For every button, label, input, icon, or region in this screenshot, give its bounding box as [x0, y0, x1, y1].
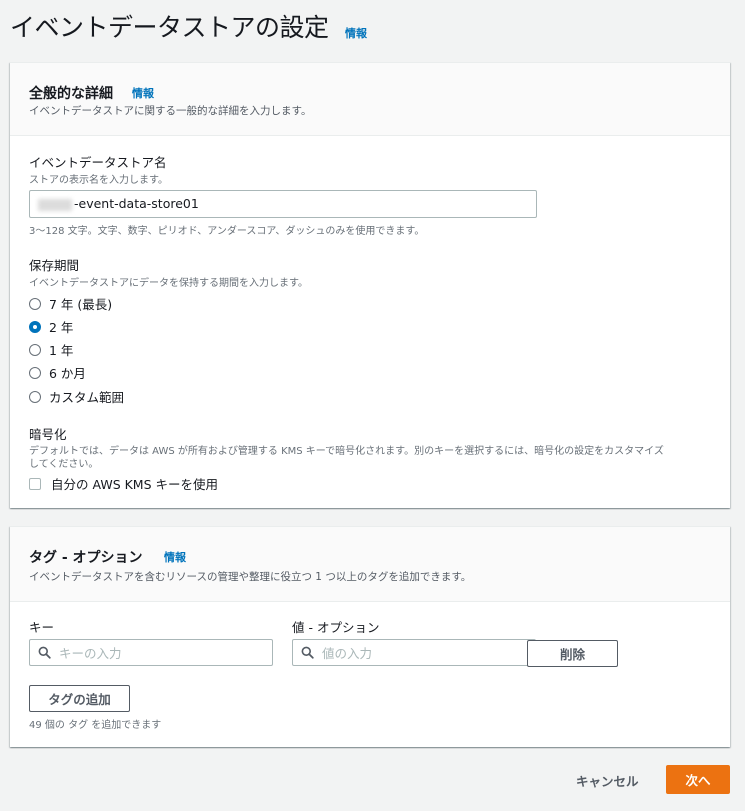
- retention-label: 保存期間: [29, 258, 80, 273]
- store-name-constraint: 3～128 文字。文字、数字、ピリオド、アンダースコア、ダッシュのみを使用できま…: [29, 226, 425, 237]
- retention-option-label: カスタム範囲: [49, 390, 125, 405]
- general-details-heading: 全般的な詳細: [29, 86, 113, 102]
- general-details-description: イベントデータストアに関する一般的な詳細を入力します。: [29, 105, 312, 117]
- radio-custom[interactable]: [29, 390, 41, 403]
- page-title: イベントデータストアの設定: [10, 13, 329, 42]
- page-info-link[interactable]: 情報: [345, 25, 367, 41]
- search-icon: [301, 646, 314, 659]
- general-details-header: 全般的な詳細 情報 イベントデータストアに関する一般的な詳細を入力します。: [10, 63, 730, 136]
- retention-option-label: 2 年: [49, 320, 74, 335]
- kms-key-option[interactable]: 自分の AWS KMS キーを使用: [29, 474, 218, 493]
- tag-value-input[interactable]: 値の入力: [292, 639, 536, 666]
- tag-value-label: 値 - オプション: [292, 620, 380, 635]
- retention-option-label: 1 年: [49, 343, 74, 358]
- kms-key-checkbox[interactable]: [29, 477, 41, 490]
- encryption-hint-line1: デフォルトでは、データは AWS が所有および管理する KMS キーで暗号化され…: [29, 446, 664, 457]
- retention-option-label: 7 年 (最長): [49, 297, 113, 312]
- radio-2y[interactable]: [29, 320, 41, 333]
- retention-option-custom[interactable]: カスタム範囲: [29, 387, 124, 406]
- tags-heading: タグ - オプション: [29, 550, 143, 566]
- radio-6m[interactable]: [29, 366, 41, 379]
- retention-hint: イベントデータストアにデータを保持する期間を入力します。: [29, 278, 308, 289]
- encryption-label: 暗号化: [29, 427, 67, 442]
- tags-remaining-hint: 49 個の タグ を追加できます: [29, 720, 162, 731]
- add-tag-button[interactable]: タグの追加: [29, 685, 130, 712]
- tags-description: イベントデータストアを含むリソースの管理や整理に役立つ 1 つ以上のタグを追加で…: [29, 571, 472, 583]
- kms-key-label: 自分の AWS KMS キーを使用: [51, 477, 218, 492]
- radio-7y[interactable]: [29, 297, 41, 310]
- retention-option-label: 6 か月: [49, 366, 86, 381]
- tags-header: タグ - オプション 情報 イベントデータストアを含むリソースの管理や整理に役立…: [10, 527, 730, 602]
- radio-1y[interactable]: [29, 343, 41, 356]
- store-name-label: イベントデータストア名: [29, 155, 167, 170]
- search-icon: [38, 646, 51, 659]
- retention-option-2y[interactable]: 2 年: [29, 317, 73, 336]
- redacted-prefix: [38, 198, 72, 211]
- tag-key-placeholder: キーの入力: [59, 646, 122, 661]
- retention-option-7y[interactable]: 7 年 (最長): [29, 294, 112, 313]
- tag-value-placeholder: 値の入力: [322, 646, 373, 661]
- general-info-link[interactable]: 情報: [132, 85, 154, 101]
- encryption-hint-line2: してください。: [29, 459, 99, 470]
- tag-key-input[interactable]: キーの入力: [29, 639, 273, 666]
- tags-info-link[interactable]: 情報: [164, 549, 186, 565]
- retention-option-6m[interactable]: 6 か月: [29, 363, 86, 382]
- tags-panel: タグ - オプション 情報 イベントデータストアを含むリソースの管理や整理に役立…: [10, 526, 730, 747]
- store-name-hint: ストアの表示名を入力します。: [29, 175, 168, 186]
- tag-key-label: キー: [29, 620, 55, 635]
- cancel-button[interactable]: キャンセル: [576, 771, 639, 790]
- remove-tag-button[interactable]: 削除: [527, 640, 618, 667]
- store-name-input[interactable]: -event-data-store01: [29, 190, 537, 218]
- next-button[interactable]: 次へ: [666, 765, 730, 794]
- general-details-panel: 全般的な詳細 情報 イベントデータストアに関する一般的な詳細を入力します。 イベ…: [10, 62, 730, 508]
- store-name-value: -event-data-store01: [74, 196, 199, 211]
- retention-option-1y[interactable]: 1 年: [29, 340, 73, 359]
